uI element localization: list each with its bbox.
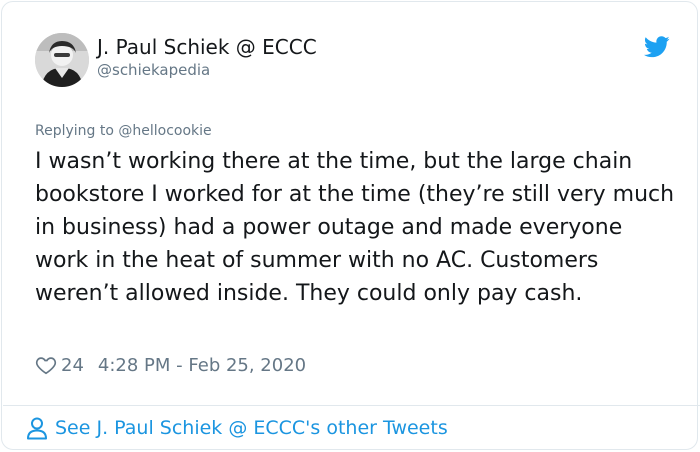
author-name[interactable]: J. Paul Schiek @ ECCC [97, 34, 317, 60]
heart-icon[interactable] [35, 354, 57, 376]
reply-handle-link[interactable]: @hellocookie [118, 123, 211, 139]
person-icon [27, 417, 47, 440]
twitter-bird-icon[interactable] [644, 36, 670, 58]
footer-divider [3, 405, 700, 406]
tweet-meta: 24 4:28 PM - Feb 25, 2020 [35, 353, 306, 377]
other-tweets-link[interactable]: See J. Paul Schiek @ ECCC's other Tweets [26, 414, 448, 442]
other-tweets-label[interactable]: See J. Paul Schiek @ ECCC's other Tweets [55, 417, 448, 439]
tweet-text: I wasn’t working there at the time, but … [35, 149, 675, 306]
replying-to: Replying to @hellocookie [35, 122, 212, 140]
avatar-image [35, 33, 89, 87]
avatar[interactable] [35, 33, 89, 87]
tweet-card: J. Paul Schiek @ ECCC @schiekapedia Repl… [1, 1, 700, 450]
like-count: 24 [61, 354, 84, 376]
replying-to-label: Replying to [35, 123, 114, 139]
timestamp-link[interactable]: 4:28 PM - Feb 25, 2020 [98, 355, 306, 376]
author-handle[interactable]: @schiekapedia [97, 60, 210, 80]
